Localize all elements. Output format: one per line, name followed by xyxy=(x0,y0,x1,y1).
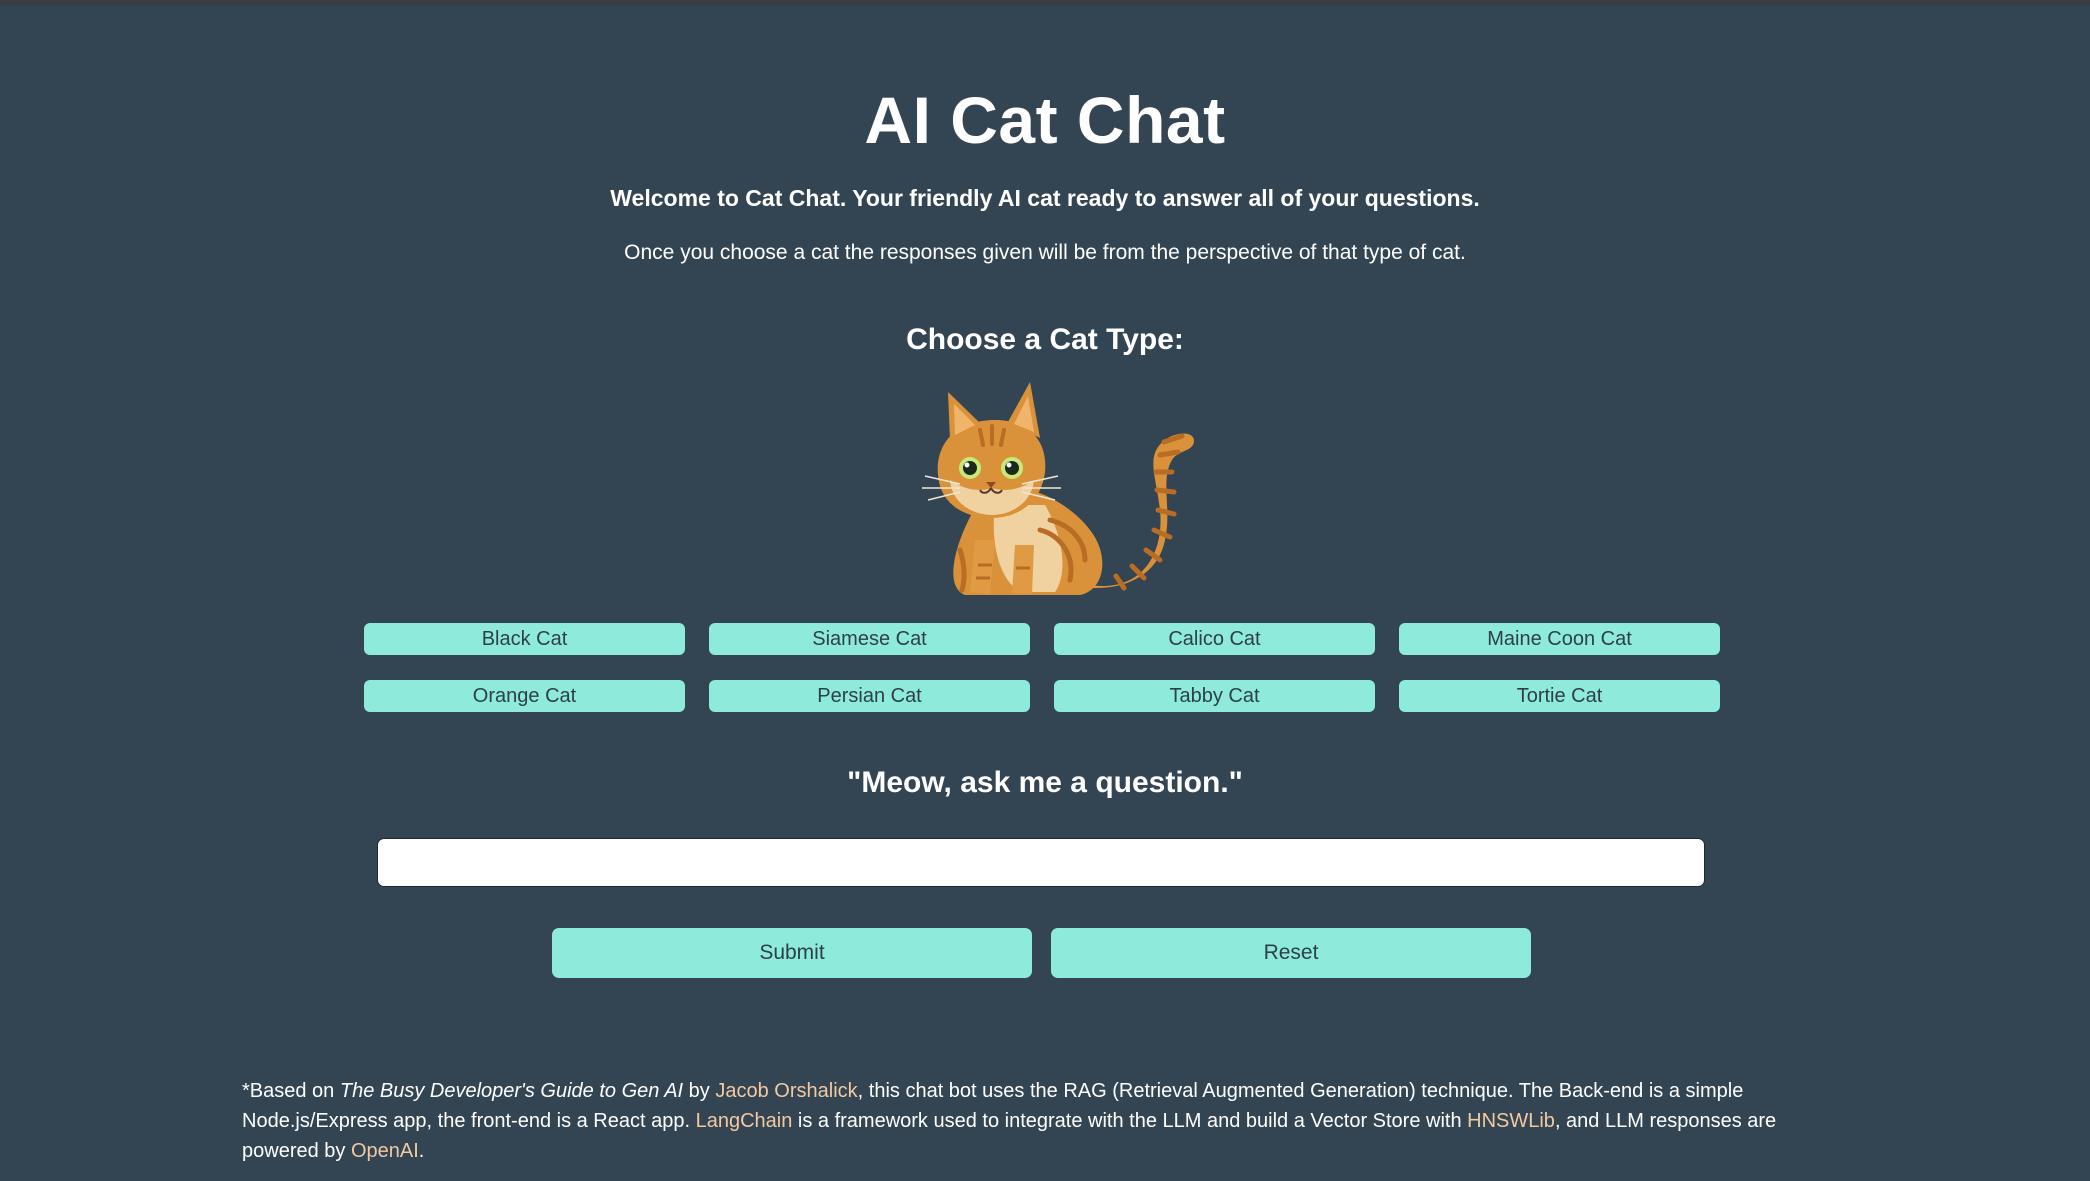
footer-suffix: . xyxy=(418,1140,425,1162)
choose-cat-heading: Choose a Cat Type: xyxy=(906,323,1184,356)
author-link[interactable]: Jacob Orshalick xyxy=(715,1080,857,1102)
question-input[interactable] xyxy=(377,838,1705,887)
black-cat-button[interactable]: Black Cat xyxy=(364,623,685,655)
calico-cat-button[interactable]: Calico Cat xyxy=(1054,623,1375,655)
footer-credits: *Based on The Busy Developer's Guide to … xyxy=(242,1076,1852,1166)
book-title: The Busy Developer's Guide to Gen AI xyxy=(339,1080,684,1102)
cat-illustration-icon xyxy=(922,382,1195,595)
reset-button[interactable]: Reset xyxy=(1051,928,1531,978)
chat-prompt: "Meow, ask me a question." xyxy=(847,766,1243,799)
tabby-cat-button[interactable]: Tabby Cat xyxy=(1054,680,1375,712)
siamese-cat-button[interactable]: Siamese Cat xyxy=(709,623,1030,655)
page-title: AI Cat Chat xyxy=(864,83,1226,157)
footer-middle2: is a framework used to integrate with th… xyxy=(792,1110,1468,1132)
langchain-link[interactable]: LangChain xyxy=(696,1110,793,1132)
tortie-cat-button[interactable]: Tortie Cat xyxy=(1399,680,1720,712)
persian-cat-button[interactable]: Persian Cat xyxy=(709,680,1030,712)
openai-link[interactable]: OpenAI xyxy=(351,1140,419,1162)
cat-type-grid: Black Cat Siamese Cat Calico Cat Maine C… xyxy=(364,623,1720,712)
orange-cat-button[interactable]: Orange Cat xyxy=(364,680,685,712)
maine-coon-cat-button[interactable]: Maine Coon Cat xyxy=(1399,623,1720,655)
app-container: AI Cat Chat Welcome to Cat Chat. Your fr… xyxy=(0,0,2090,1181)
hnswlib-link[interactable]: HNSWLib xyxy=(1467,1110,1555,1132)
submit-button[interactable]: Submit xyxy=(552,928,1032,978)
welcome-text: Welcome to Cat Chat. Your friendly AI ca… xyxy=(610,185,1480,211)
footer-by: by xyxy=(683,1080,716,1102)
footer-prefix: *Based on xyxy=(242,1080,340,1102)
perspective-text: Once you choose a cat the responses give… xyxy=(624,241,1466,264)
